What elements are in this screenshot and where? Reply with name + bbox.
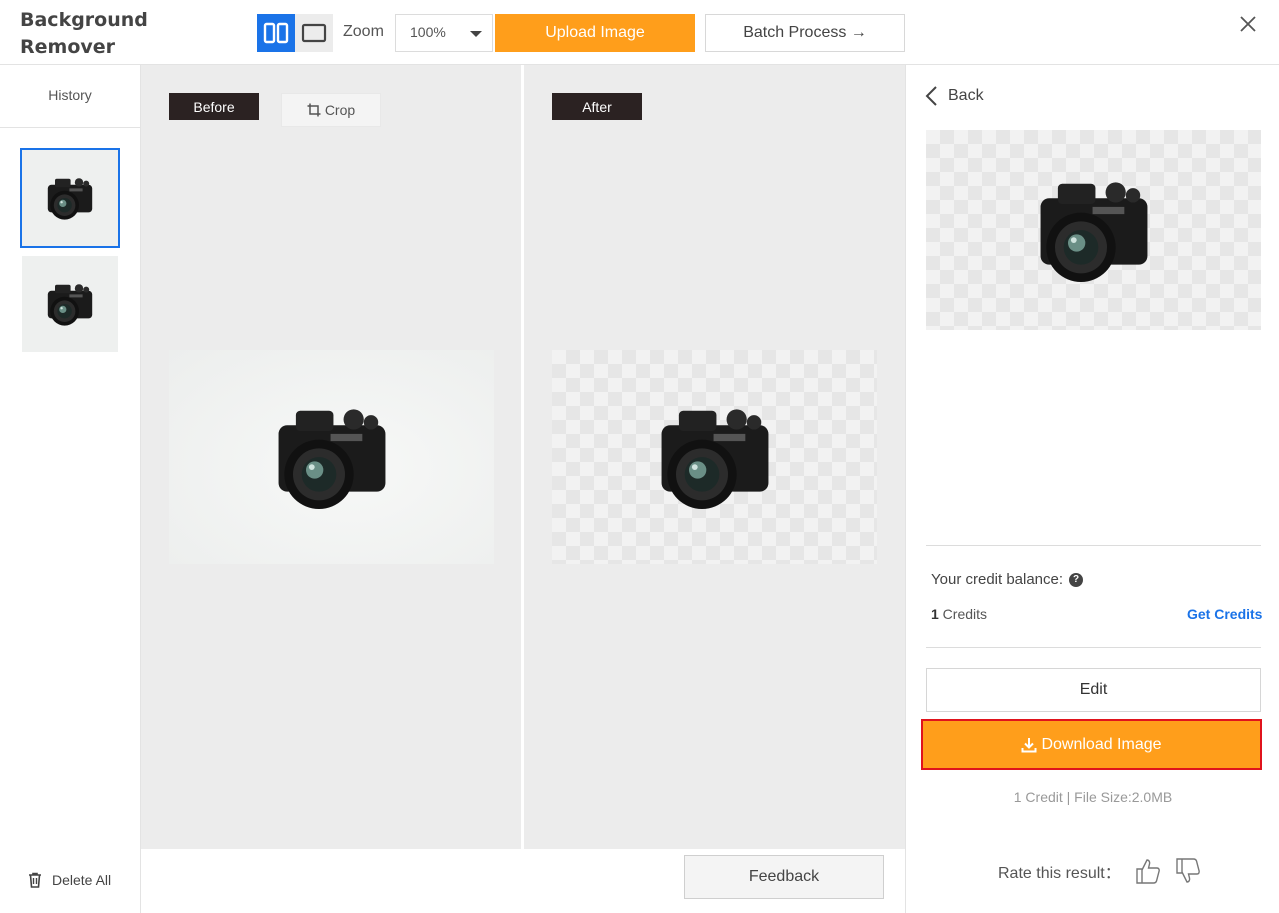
get-credits-link[interactable]: Get Credits: [1187, 606, 1262, 622]
history-thumbnail[interactable]: [22, 256, 118, 352]
download-label: Download Image: [1041, 735, 1162, 753]
close-icon: [1240, 16, 1256, 32]
thumbs-up-icon[interactable]: [1135, 857, 1161, 885]
edit-button[interactable]: Edit: [926, 668, 1261, 712]
top-toolbar: Background Remover Zoom 100% Upload Imag…: [0, 0, 1279, 65]
caret-down-icon: [470, 31, 482, 37]
close-button[interactable]: [1236, 12, 1260, 36]
file-info-text: 1 Credit | File Size:2.0MB: [1013, 789, 1173, 805]
zoom-label: Zoom: [343, 23, 384, 40]
workspace-footer: Feedback: [141, 849, 905, 913]
split-view-icon: [263, 22, 289, 44]
download-icon: [1021, 737, 1037, 752]
credits-number: 1: [931, 606, 939, 622]
upload-image-button[interactable]: Upload Image: [495, 14, 695, 52]
camera-image: [661, 409, 768, 509]
credits-unit: Credits: [938, 606, 988, 622]
camera-image: [1040, 182, 1147, 282]
zoom-value: 100%: [410, 24, 446, 40]
delete-all-button[interactable]: Delete All: [26, 871, 111, 889]
result-panel: Back Your credit balance: ? 1 Credits Ge…: [905, 65, 1279, 913]
trash-icon: [29, 872, 41, 888]
divider: [926, 545, 1261, 546]
before-tag: Before: [169, 93, 259, 120]
single-view-button[interactable]: [295, 14, 333, 52]
rate-label: Rate this result：: [998, 865, 1121, 882]
back-label: Back: [948, 87, 984, 104]
credit-balance-label: Your credit balance: ?: [931, 571, 1084, 588]
result-preview: [926, 130, 1261, 330]
crop-icon: [307, 103, 321, 117]
zoom-select[interactable]: 100%: [395, 14, 493, 52]
camera-image: [278, 409, 385, 509]
delete-all-label: Delete All: [52, 872, 112, 888]
background-remover-app: Background Remover Zoom 100% Upload Imag…: [0, 0, 1279, 913]
credits-count: 1 Credits: [931, 606, 987, 622]
crop-button[interactable]: Crop: [281, 93, 381, 127]
rate-result: Rate this result：: [998, 857, 1201, 885]
comparison-workspace: Before Crop After: [141, 65, 905, 849]
help-icon[interactable]: ?: [1069, 572, 1084, 587]
thumbs-down-icon[interactable]: [1175, 857, 1201, 885]
history-sidebar: History Delete All: [0, 65, 141, 913]
camera-thumbnail-image: [47, 178, 93, 220]
batch-process-button[interactable]: Batch Process →: [705, 14, 905, 52]
divider: [926, 647, 1261, 648]
camera-thumbnail-image: [47, 284, 93, 326]
download-image-button[interactable]: Download Image: [921, 719, 1262, 770]
after-tag: After: [552, 93, 642, 120]
history-label: History: [0, 65, 140, 128]
app-title: Background Remover: [20, 9, 148, 58]
chevron-left-icon: [925, 86, 937, 106]
single-view-icon: [301, 23, 327, 43]
original-image: [169, 350, 494, 564]
comparison-divider[interactable]: [521, 65, 524, 849]
crop-label: Crop: [324, 102, 356, 118]
result-image: [552, 350, 877, 564]
back-button[interactable]: Back: [924, 85, 984, 107]
history-thumbnail-selected[interactable]: [20, 148, 120, 248]
split-view-button[interactable]: [257, 14, 295, 52]
credit-balance-text: Your credit balance:: [931, 571, 1064, 588]
feedback-button[interactable]: Feedback: [684, 855, 884, 899]
